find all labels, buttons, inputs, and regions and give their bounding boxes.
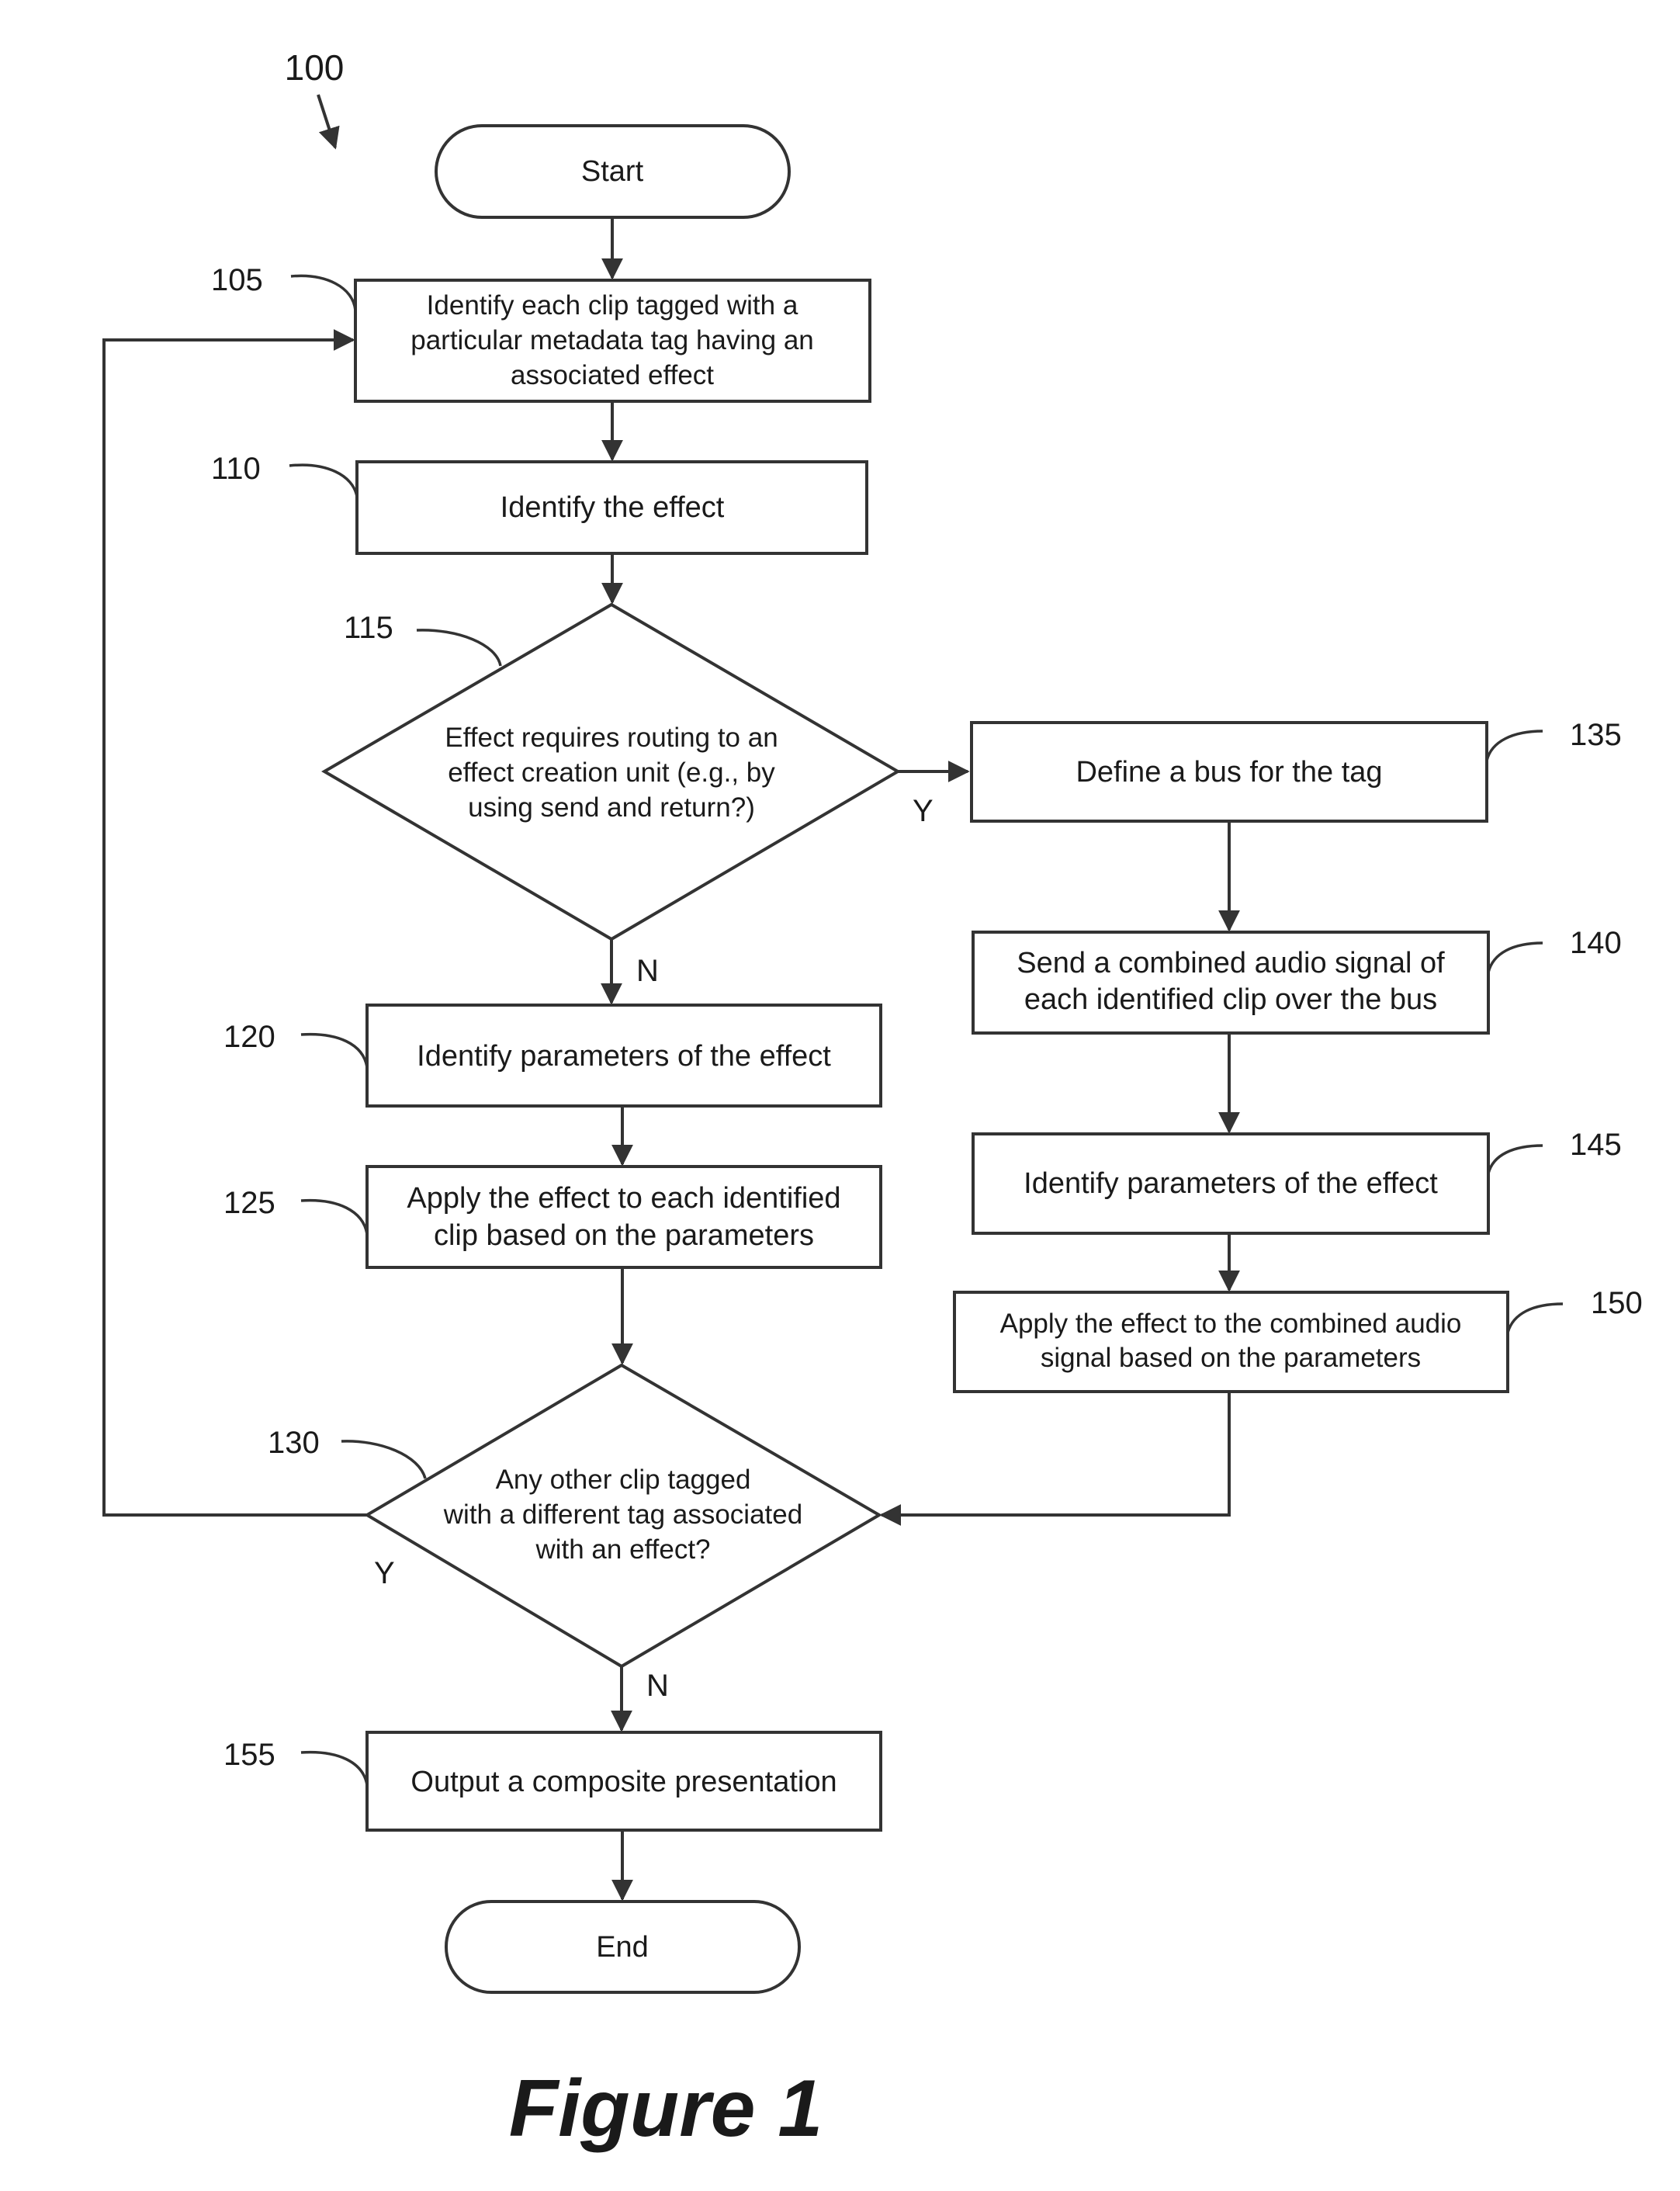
diamond-130-line-3: with an effect? — [535, 1534, 710, 1565]
flowchart: 100 Start Identify each clip tagged with… — [102, 47, 1643, 2154]
leader-115 — [416, 629, 502, 667]
box-125-line-2: clip based on the parameters — [434, 1219, 814, 1252]
arrow-130-yes-loop-to-105 — [102, 329, 367, 1517]
box-140-line-1: Send a combined audio signal of — [1017, 947, 1445, 979]
box-140-line-2: each identified clip over the bus — [1024, 983, 1437, 1016]
leader-140 — [1487, 941, 1543, 973]
process-box-150 — [953, 1291, 1509, 1393]
label-130-no: N — [646, 1669, 669, 1703]
ref-135: 135 — [1570, 718, 1622, 752]
label-115-yes: Y — [913, 794, 934, 828]
diamond-115-line-3: using send and return?) — [468, 792, 755, 823]
ref-145: 145 — [1570, 1128, 1622, 1162]
leader-150 — [1506, 1302, 1564, 1333]
leader-125 — [300, 1198, 369, 1235]
box-105-line-2: particular metadata tag having an — [410, 325, 814, 355]
box-150-line-2: signal based on the parameters — [1041, 1343, 1421, 1373]
box-105-line-3: associated effect — [511, 360, 714, 390]
ref-155: 155 — [223, 1738, 275, 1772]
box-125-line-1: Apply the effect to each identified — [407, 1182, 840, 1215]
start-label: Start — [581, 155, 644, 188]
box-110-line-1: Identify the effect — [501, 491, 725, 524]
leader-135 — [1485, 730, 1543, 761]
leader-145 — [1487, 1144, 1543, 1174]
ref-110: 110 — [211, 452, 261, 486]
ref-105: 105 — [211, 263, 263, 297]
box-120-line-1: Identify parameters of the effect — [417, 1040, 831, 1073]
box-135-line-1: Define a bus for the tag — [1076, 756, 1382, 789]
figure-reference-arrow — [317, 94, 340, 150]
leader-130 — [341, 1440, 427, 1479]
diamond-130-line-1: Any other clip tagged — [496, 1465, 751, 1495]
diamond-115-line-1: Effect requires routing to an — [445, 723, 778, 753]
arrow-150-to-130 — [879, 1392, 1231, 1526]
end-label: End — [596, 1931, 649, 1964]
box-145-line-1: Identify parameters of the effect — [1024, 1167, 1438, 1200]
box-155-line-1: Output a composite presentation — [410, 1766, 837, 1798]
leader-110 — [289, 463, 359, 497]
leader-120 — [300, 1032, 369, 1068]
ref-150: 150 — [1591, 1286, 1643, 1320]
label-130-yes: Y — [374, 1556, 395, 1590]
ref-120: 120 — [223, 1020, 275, 1054]
ref-115: 115 — [344, 611, 393, 645]
figure-title: Figure 1 — [509, 2064, 823, 2154]
ref-140: 140 — [1570, 926, 1622, 960]
diamond-115-line-2: effect creation unit (e.g., by — [448, 757, 775, 788]
box-150-line-1: Apply the effect to the combined audio — [1000, 1309, 1462, 1339]
label-115-no: N — [636, 954, 659, 988]
diamond-130-line-2: with a different tag associated — [443, 1499, 802, 1530]
ref-130: 130 — [268, 1426, 320, 1460]
figure-reference-label: 100 — [285, 47, 345, 88]
leader-155 — [300, 1750, 369, 1786]
leader-105 — [290, 274, 357, 311]
ref-125: 125 — [223, 1186, 275, 1220]
box-105-line-1: Identify each clip tagged with a — [427, 290, 798, 321]
